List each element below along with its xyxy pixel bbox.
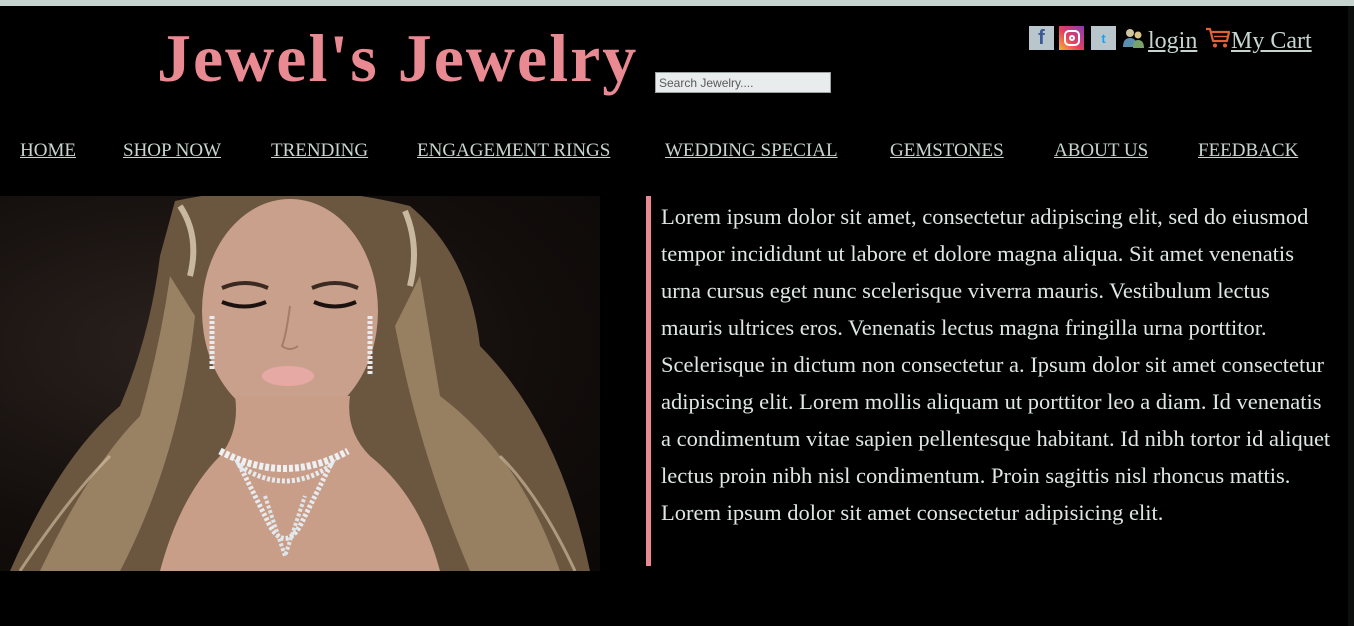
- hero-image: [0, 196, 600, 571]
- model-portrait: [10, 196, 590, 571]
- nav-item-home[interactable]: HOME: [20, 140, 76, 162]
- login-link[interactable]: login: [1148, 28, 1197, 55]
- nav-item-feedback[interactable]: FEEDBACK: [1198, 140, 1298, 162]
- content-panel: Lorem ipsum dolor sit amet, consectetur …: [646, 196, 1336, 566]
- nav-item-wedding-special[interactable]: WEDDING SPECIAL: [665, 140, 838, 162]
- body-text: Lorem ipsum dolor sit amet, consectetur …: [661, 204, 1331, 525]
- twitter-glyph: t: [1101, 30, 1106, 46]
- top-border: [0, 0, 1354, 6]
- nav-item-engagement-rings[interactable]: ENGAGEMENT RINGS: [417, 140, 610, 162]
- cart-icon[interactable]: [1205, 26, 1231, 50]
- camera-glyph: [1063, 30, 1080, 46]
- facebook-icon[interactable]: f: [1029, 26, 1054, 50]
- right-border: [1348, 6, 1354, 626]
- nav-item-trending[interactable]: TRENDING: [271, 140, 368, 162]
- nav-item-gemstones[interactable]: GEMSTONES: [890, 140, 1004, 162]
- facebook-glyph: f: [1038, 26, 1045, 49]
- twitter-icon[interactable]: t: [1091, 26, 1116, 50]
- instagram-icon[interactable]: [1059, 26, 1084, 50]
- user-icon[interactable]: [1122, 27, 1146, 49]
- cart-link[interactable]: My Cart: [1231, 28, 1312, 55]
- nav-item-about-us[interactable]: ABOUT US: [1054, 140, 1148, 162]
- nav-item-shop-now[interactable]: SHOP NOW: [123, 140, 221, 162]
- search-input[interactable]: [655, 72, 831, 93]
- brand-title: Jewel's Jewelry: [157, 20, 639, 96]
